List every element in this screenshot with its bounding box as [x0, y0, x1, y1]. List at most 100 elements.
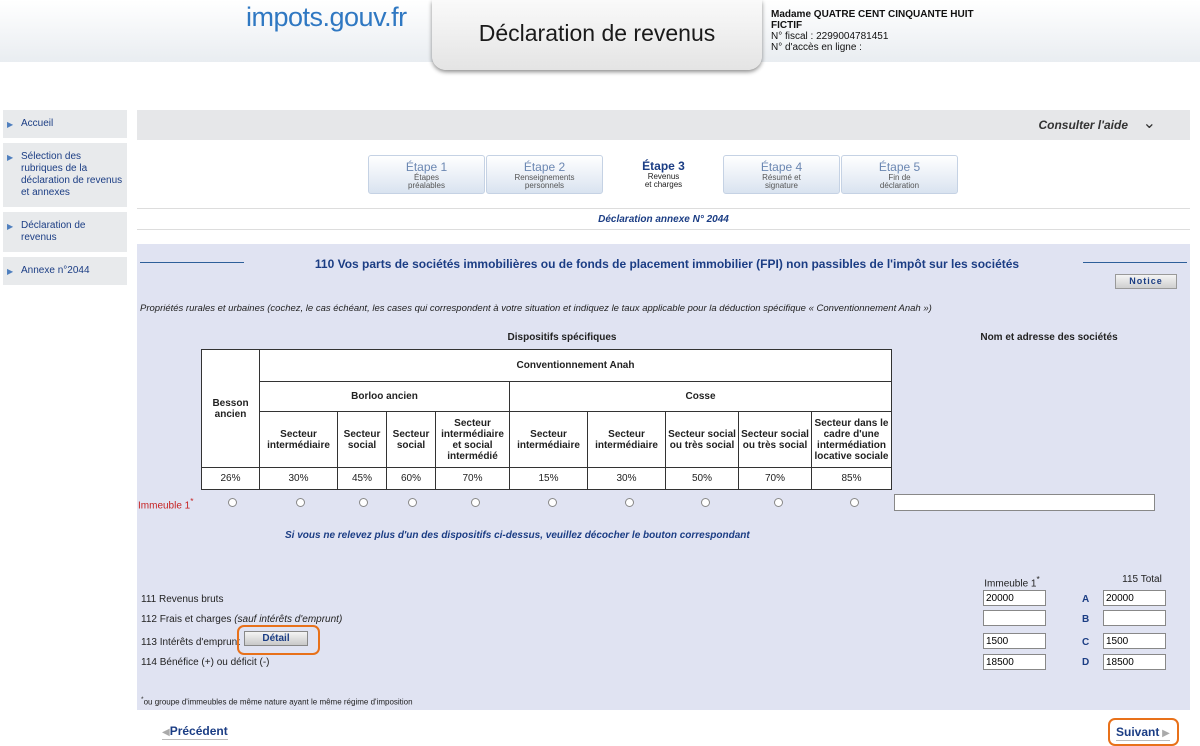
col-header-immeuble: Immeuble 1* [977, 574, 1047, 589]
revenus-bruts-input[interactable] [983, 590, 1046, 606]
letter-d: D [1082, 657, 1090, 668]
user-name-line2: FICTIF [771, 20, 803, 31]
secteur-header: Secteur intermédiaire [509, 411, 588, 468]
interets-emprunt-total[interactable] [1103, 633, 1166, 649]
step-line: signature [765, 181, 798, 190]
site-logo[interactable]: impots.gouv.fr [246, 2, 407, 33]
cosse-header: Cosse [509, 381, 892, 412]
radio-borloo-60[interactable] [408, 498, 417, 507]
row-111-label: 111 Revenus bruts [141, 594, 224, 605]
sidebar-item-selection-rubriques[interactable]: ▶ Sélection des rubriques de la déclarat… [3, 143, 127, 207]
secteur-header: Secteur social ou très social [738, 411, 812, 468]
col-header-immeuble-text: Immeuble 1 [984, 578, 1037, 590]
frais-charges-input[interactable] [983, 610, 1046, 626]
conventionnement-header: Conventionnement Anah [259, 349, 892, 382]
sidebar: ▶ Accueil ▶ Sélection des rubriques de l… [3, 110, 127, 290]
footnote: *ou groupe d'immeubles de même nature ay… [141, 696, 413, 707]
besson-header: Besson ancien [201, 349, 260, 468]
rate-cell: 30% [587, 467, 666, 490]
next-label: Suivant [1116, 725, 1160, 739]
form-panel: 110 Vos parts de sociétés immobilières o… [137, 244, 1190, 710]
user-name-line1: Madame QUATRE CENT CINQUANTE HUIT [771, 9, 974, 20]
rate-cell: 45% [337, 467, 387, 490]
triangle-right-icon: ▶ [7, 153, 14, 162]
chevron-down-icon[interactable]: ⌄ [1143, 113, 1156, 133]
sidebar-item-label: Accueil [21, 118, 54, 129]
step-title: Étape 2 [523, 160, 566, 174]
immeuble-row: Immeuble 1* [137, 494, 1190, 511]
rate-cell: 85% [811, 467, 892, 490]
nom-adresse-header: Nom et adresse des sociétés [980, 332, 1118, 343]
detail-button[interactable]: Détail [244, 631, 308, 646]
rate-cell: 60% [386, 467, 436, 490]
row-112-label-text: 112 Frais et charges [141, 614, 235, 625]
step-line: et charges [644, 180, 683, 189]
step-1: Étape 1 Étapes préalables [368, 155, 485, 194]
rate-cell: 30% [259, 467, 338, 490]
rate-cell: 50% [665, 467, 739, 490]
section-divider [140, 262, 244, 263]
previous-label: Précédent [169, 724, 228, 738]
step-3: Étape 3 Revenus et charges [605, 155, 722, 194]
step-line: déclaration [879, 181, 920, 190]
fiscal-number: N° fiscal : 2299004781451 [771, 31, 889, 42]
radio-borloo-30[interactable] [296, 498, 305, 507]
arrow-right-icon: ▶ [1159, 728, 1170, 739]
page-title: Déclaration de revenus [478, 20, 716, 46]
row-113-label: 113 Intérêts d'emprunt [141, 637, 241, 648]
section-intro: Propriétés rurales et urbaines (cochez, … [140, 303, 932, 314]
uncheck-note: Si vous ne relevez plus d'un des disposi… [285, 530, 750, 541]
previous-button[interactable]: ◀Précédent [162, 724, 228, 740]
sidebar-item-label: Sélection des rubriques de la déclaratio… [21, 151, 123, 198]
secteur-header: Secteur intermédiaire [259, 411, 338, 468]
page-title-tab: Déclaration de revenus [432, 0, 762, 70]
step-4: Étape 4 Résumé et signature [723, 155, 840, 194]
secteur-header: Secteur intermédiaire [587, 411, 666, 468]
row-114-label: 114 Bénéfice (+) ou déficit (-) [141, 657, 270, 668]
asterisk: * [190, 496, 194, 506]
radio-borloo-70[interactable] [471, 498, 480, 507]
radio-cosse-70[interactable] [774, 498, 783, 507]
triangle-right-icon: ▶ [7, 120, 14, 129]
footnote-text: ou groupe d'immeubles de même nature aya… [143, 697, 413, 707]
progress-steps: Étape 1 Étapes préalables Étape 2 Rensei… [368, 155, 968, 194]
immeuble-label: Immeuble 1* [138, 496, 194, 511]
access-number: N° d'accès en ligne : [771, 42, 862, 53]
dispositifs-table: Besson ancien Conventionnement Anah Borl… [201, 349, 892, 490]
secteur-header: Secteur social ou très social [665, 411, 739, 468]
triangle-right-icon: ▶ [7, 267, 14, 276]
radio-cosse-85[interactable] [850, 498, 859, 507]
interets-emprunt-input[interactable] [983, 633, 1046, 649]
step-5: Étape 5 Fin de déclaration [841, 155, 958, 194]
letter-c: C [1082, 637, 1090, 648]
frais-charges-total[interactable] [1103, 610, 1166, 626]
annex-title: Déclaration annexe N° 2044 [137, 208, 1190, 230]
revenus-bruts-total[interactable] [1103, 590, 1166, 606]
section-title: 110 Vos parts de sociétés immobilières o… [314, 257, 1020, 271]
asterisk: * [1036, 574, 1040, 584]
sidebar-item-accueil[interactable]: ▶ Accueil [3, 110, 127, 138]
radio-cosse-30[interactable] [625, 498, 634, 507]
benefice-total[interactable] [1103, 654, 1166, 670]
radio-besson-26[interactable] [228, 498, 237, 507]
section-divider [1083, 262, 1187, 263]
rate-cell: 15% [509, 467, 588, 490]
col-header-total: 115 Total [1122, 574, 1162, 585]
radio-cosse-50[interactable] [701, 498, 710, 507]
borloo-header: Borloo ancien [259, 381, 510, 412]
radio-cosse-15[interactable] [548, 498, 557, 507]
sidebar-item-declaration[interactable]: ▶ Déclaration de revenus [3, 212, 127, 252]
triangle-right-icon: ▶ [7, 222, 14, 231]
help-link[interactable]: Consulter l'aide [1038, 118, 1128, 132]
letter-b: B [1082, 614, 1090, 625]
radio-borloo-45[interactable] [359, 498, 368, 507]
notice-button[interactable]: Notice [1115, 274, 1177, 289]
row-112-label: 112 Frais et charges (sauf intérêts d'em… [141, 614, 342, 625]
nom-adresse-input[interactable] [894, 494, 1155, 511]
sidebar-item-label: Déclaration de revenus [21, 220, 86, 243]
sidebar-item-annexe-2044[interactable]: ▶ Annexe n°2044 [3, 257, 127, 285]
step-2: Étape 2 Renseignements personnels [486, 155, 603, 194]
next-button[interactable]: Suivant ▶ [1116, 725, 1170, 741]
benefice-input[interactable] [983, 654, 1046, 670]
secteur-header: Secteur social [337, 411, 387, 468]
